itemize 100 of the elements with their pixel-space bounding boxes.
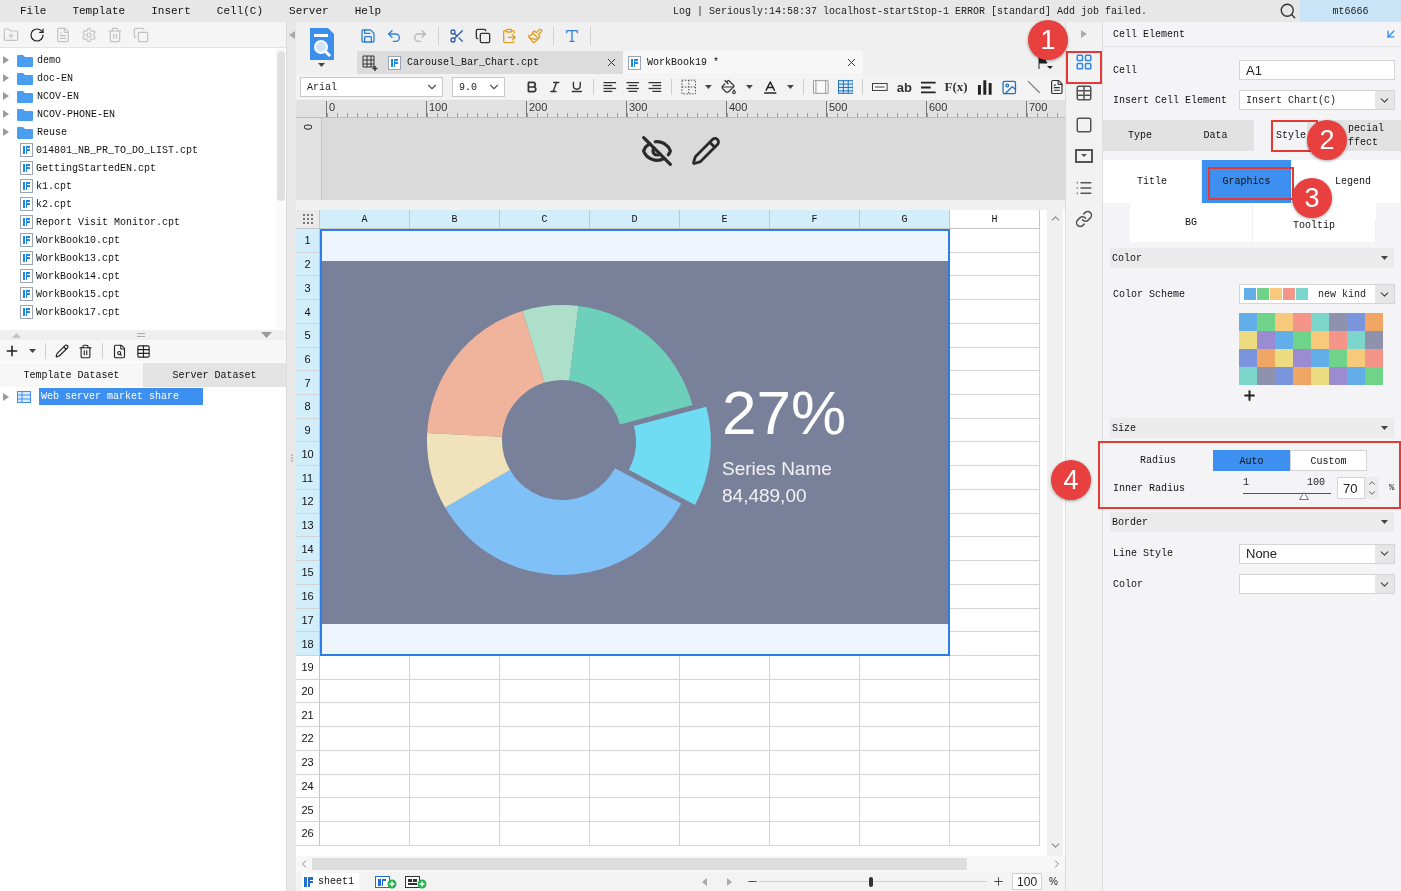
sheet-cell[interactable] <box>950 632 1040 656</box>
caret-icon[interactable] <box>745 85 753 89</box>
refresh-icon[interactable] <box>29 26 45 43</box>
add-sheet-icon[interactable] <box>375 874 397 889</box>
paint-bucket-icon[interactable] <box>721 79 737 95</box>
number-input[interactable]: 70 <box>1337 477 1365 499</box>
sheet-cell[interactable] <box>680 750 770 775</box>
sheet-cell[interactable] <box>500 679 590 704</box>
menu-item[interactable]: Template <box>59 0 139 22</box>
sheet-cell[interactable] <box>410 798 500 822</box>
caret-right-icon[interactable] <box>1081 30 1087 38</box>
dropdown-icon[interactable] <box>1075 149 1093 164</box>
row-header[interactable]: 21 <box>296 703 320 728</box>
tree-item[interactable]: doc-EN <box>37 72 73 84</box>
horizontal-scrollbar[interactable] <box>296 856 1065 872</box>
text-icon[interactable] <box>564 27 580 44</box>
close-icon[interactable] <box>845 56 858 69</box>
caret-up-icon[interactable] <box>12 332 21 338</box>
color-swatch-icon[interactable] <box>1293 331 1311 349</box>
caret-right-icon[interactable] <box>727 877 733 886</box>
row-header[interactable]: 25 <box>296 798 320 822</box>
menu-item[interactable]: Insert <box>138 0 204 22</box>
sheet-cell[interactable] <box>500 798 590 822</box>
trash-icon[interactable] <box>78 343 93 359</box>
caret-icon[interactable] <box>318 63 325 67</box>
document-icon[interactable] <box>1049 79 1066 95</box>
color-swatch-icon[interactable] <box>1311 367 1329 385</box>
row-header[interactable]: 24 <box>296 774 320 799</box>
color-swatch-icon[interactable] <box>1257 313 1275 331</box>
chevron-down-icon[interactable] <box>1367 488 1377 498</box>
sheet-cell[interactable] <box>950 395 1040 419</box>
close-icon[interactable] <box>605 56 618 69</box>
sheet-cell[interactable] <box>410 655 500 680</box>
sheet-cell[interactable] <box>500 821 590 846</box>
sheet-cell[interactable] <box>590 727 680 751</box>
sheet-cell[interactable] <box>950 418 1040 443</box>
sheet-cell[interactable] <box>770 821 860 846</box>
caret-down-icon[interactable] <box>261 332 272 338</box>
sheet-cell[interactable] <box>680 798 770 822</box>
spinner[interactable] <box>1365 477 1379 499</box>
color-swatch-icon[interactable] <box>1347 313 1365 331</box>
menu-item[interactable]: Server <box>276 0 342 22</box>
sheet-cell[interactable] <box>410 727 500 751</box>
align-left-icon[interactable] <box>602 81 617 93</box>
row-header[interactable]: 20 <box>296 679 320 704</box>
color-swatch-icon[interactable] <box>1239 331 1257 349</box>
sheet-tab[interactable]: sheet1 <box>302 873 359 890</box>
color-swatch-icon[interactable] <box>1275 349 1293 367</box>
sheet-cell[interactable] <box>950 229 1040 253</box>
text-tool[interactable]: ab <box>896 79 912 95</box>
row-header[interactable]: 12 <box>296 489 320 514</box>
sheet-cell[interactable] <box>860 679 950 704</box>
tree-item[interactable]: NCOV-EN <box>37 90 79 102</box>
sheet-cell[interactable] <box>590 750 680 775</box>
tab[interactable]: Legend <box>1333 160 1401 203</box>
sheet-cell[interactable] <box>770 703 860 728</box>
tree-item[interactable]: WorkBook13.cpt <box>36 252 120 264</box>
color-swatch-icon[interactable] <box>1329 349 1347 367</box>
color-swatch-icon[interactable] <box>1275 367 1293 385</box>
color-swatch-icon[interactable] <box>1329 313 1347 331</box>
slider-thumb[interactable] <box>868 876 873 887</box>
sheet-cell[interactable] <box>590 655 680 680</box>
sheet-cell[interactable] <box>320 821 410 846</box>
link-icon[interactable] <box>1075 210 1093 229</box>
row-header[interactable]: 7 <box>296 371 320 396</box>
zoom-input[interactable]: 100 <box>1012 873 1043 890</box>
border-icon[interactable] <box>680 79 697 95</box>
copy-icon[interactable] <box>475 27 491 44</box>
sheet-cell[interactable] <box>860 727 950 751</box>
row-header[interactable]: 13 <box>296 513 320 538</box>
column-header[interactable]: E <box>680 210 770 229</box>
sheet-cell[interactable] <box>950 679 1040 704</box>
insert-select[interactable]: Insert Chart(C) <box>1239 90 1395 110</box>
column-header[interactable]: D <box>590 210 680 229</box>
chevron-up-icon[interactable] <box>1367 478 1377 488</box>
row-header[interactable]: 4 <box>296 300 320 324</box>
sheet-cell[interactable] <box>950 750 1040 775</box>
column-header[interactable]: A <box>320 210 410 229</box>
sheet-cell[interactable] <box>770 750 860 775</box>
sheet-cell[interactable] <box>680 774 770 799</box>
brush-icon[interactable] <box>527 27 543 44</box>
sheet-cell[interactable] <box>500 750 590 775</box>
sheet-cell[interactable] <box>950 300 1040 324</box>
align-center-icon[interactable] <box>625 81 640 93</box>
plus-icon[interactable] <box>4 343 20 359</box>
tree-item[interactable]: 014801_NB_PR_TO_DO_LIST.cpt <box>36 144 199 156</box>
document-tab[interactable]: WorkBook19 * <box>623 51 863 74</box>
row-header[interactable]: 2 <box>296 252 320 277</box>
sheet-cell[interactable] <box>950 608 1040 633</box>
eye-off-icon[interactable] <box>640 135 673 167</box>
color-swatch-icon[interactable] <box>1347 331 1365 349</box>
line-style-select[interactable]: None <box>1239 543 1395 564</box>
undo-icon[interactable] <box>386 27 402 44</box>
row-header[interactable]: 6 <box>296 347 320 372</box>
color-swatch-icon[interactable] <box>1311 313 1329 331</box>
bar-chart-icon[interactable] <box>976 79 993 95</box>
vertical-scrollbar[interactable] <box>1047 210 1063 856</box>
pencil-icon[interactable] <box>55 344 69 358</box>
row-header[interactable]: 11 <box>296 466 320 490</box>
add-dashboard-icon[interactable] <box>405 874 427 889</box>
